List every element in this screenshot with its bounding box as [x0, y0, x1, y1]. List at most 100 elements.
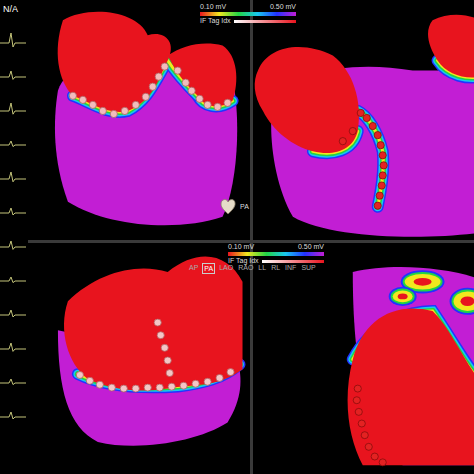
ablation-tag[interactable]: [371, 453, 378, 460]
ablation-tag[interactable]: [110, 110, 117, 117]
ablation-tag[interactable]: [361, 432, 368, 439]
ablation-tag[interactable]: [369, 122, 376, 129]
legend-min: 0.10 mV: [228, 243, 254, 251]
ablation-tag[interactable]: [86, 377, 93, 384]
ecg-trace: [0, 101, 26, 121]
ablation-tag[interactable]: [188, 87, 195, 94]
ablation-tag[interactable]: [168, 383, 175, 390]
ecg-trace: [0, 237, 26, 257]
ablation-tag[interactable]: [161, 63, 168, 70]
ecg-trace: [0, 305, 26, 325]
view-presets: APPALAORAOLLRLINFSUP: [188, 263, 317, 274]
ablation-tag[interactable]: [96, 381, 103, 388]
ablation-tag[interactable]: [89, 101, 96, 108]
ablation-tag[interactable]: [79, 96, 86, 103]
view-preset[interactable]: RAO: [237, 263, 254, 274]
ecg-label: N/A: [0, 4, 28, 16]
ecg-trace: [0, 271, 26, 291]
ablation-tag[interactable]: [216, 374, 223, 381]
view-preset[interactable]: RL: [270, 263, 281, 274]
map-panel[interactable]: [253, 243, 474, 474]
ablation-tag[interactable]: [142, 93, 149, 100]
ablation-tag[interactable]: [377, 142, 384, 149]
ablation-tag[interactable]: [379, 152, 386, 159]
ablation-tag[interactable]: [353, 397, 360, 404]
orientation-widget[interactable]: PA: [218, 196, 249, 216]
ablation-tag[interactable]: [69, 92, 76, 99]
ablation-tag[interactable]: [214, 103, 221, 110]
heart-icon: [218, 196, 238, 216]
legend-max: 0.50 mV: [298, 243, 324, 251]
ablation-tag[interactable]: [376, 192, 383, 199]
ablation-tag[interactable]: [204, 101, 211, 108]
ecg-trace: [0, 339, 26, 359]
map-panel[interactable]: [28, 0, 250, 240]
view-preset[interactable]: LAO: [218, 263, 234, 274]
voltage-map[interactable]: [28, 0, 250, 240]
ablation-tag[interactable]: [374, 202, 381, 209]
voltage-map[interactable]: [253, 243, 474, 474]
voltage-scale: [228, 252, 324, 256]
ablation-tag[interactable]: [157, 332, 164, 339]
ablation-tag[interactable]: [108, 384, 115, 391]
ecg-trace: [0, 33, 26, 53]
ecg-trace: [0, 135, 26, 155]
ecg-trace: [0, 407, 26, 427]
ablation-tag[interactable]: [365, 443, 372, 450]
ablation-tag[interactable]: [379, 172, 386, 179]
ablation-tag[interactable]: [349, 127, 356, 134]
ablation-tag[interactable]: [121, 107, 128, 114]
color-legend: 0.10 mV0.50 mVIF Tag Idx: [200, 3, 296, 25]
map-panel[interactable]: [253, 0, 474, 240]
ablation-tag[interactable]: [379, 459, 386, 466]
ablation-tag[interactable]: [166, 370, 173, 377]
ablation-tag[interactable]: [154, 319, 161, 326]
ablation-tag[interactable]: [380, 162, 387, 169]
ecg-trace: [0, 203, 26, 223]
ablation-tag[interactable]: [155, 73, 162, 80]
voltage-map[interactable]: [28, 243, 250, 474]
ablation-tag[interactable]: [227, 369, 234, 376]
voltage-map[interactable]: [253, 0, 474, 240]
ablation-tag[interactable]: [161, 344, 168, 351]
view-preset[interactable]: INF: [284, 263, 297, 274]
ablation-tag[interactable]: [339, 138, 346, 145]
view-preset[interactable]: LL: [257, 263, 267, 274]
view-preset[interactable]: SUP: [300, 263, 316, 274]
ablation-tag[interactable]: [378, 182, 385, 189]
legend-min: 0.10 mV: [200, 3, 226, 11]
ablation-tag[interactable]: [354, 385, 361, 392]
ecg-trace: [0, 169, 26, 189]
ecg-strip: N/A: [0, 0, 28, 474]
ablation-tag[interactable]: [192, 380, 199, 387]
view-preset[interactable]: PA: [202, 263, 215, 274]
ablation-tag[interactable]: [132, 385, 139, 392]
ecg-trace: [0, 373, 26, 393]
mapping-screen: N/A0.10 mV0.50 mVIF Tag Idx0.10 mV0.50 m…: [0, 0, 474, 474]
ablation-tag[interactable]: [144, 384, 151, 391]
ablation-tag[interactable]: [149, 83, 156, 90]
ecg-trace: [0, 67, 26, 87]
ablation-tag[interactable]: [363, 114, 370, 121]
ablation-tag[interactable]: [204, 378, 211, 385]
ablation-tag[interactable]: [156, 384, 163, 391]
tag-scale: [262, 260, 324, 263]
ablation-tag[interactable]: [120, 385, 127, 392]
view-preset[interactable]: AP: [188, 263, 199, 274]
ablation-tag[interactable]: [182, 79, 189, 86]
ablation-tag[interactable]: [357, 109, 364, 116]
ablation-tag[interactable]: [99, 107, 106, 114]
ablation-tag[interactable]: [358, 420, 365, 427]
ablation-tag[interactable]: [76, 372, 83, 379]
current-view: PA: [240, 203, 249, 210]
ablation-tag[interactable]: [174, 67, 181, 74]
map-panel[interactable]: [28, 243, 250, 474]
ablation-tag[interactable]: [164, 357, 171, 364]
ablation-tag[interactable]: [374, 131, 381, 138]
ablation-tag[interactable]: [180, 382, 187, 389]
ablation-tag[interactable]: [132, 101, 139, 108]
ablation-tag[interactable]: [196, 95, 203, 102]
ablation-tag[interactable]: [224, 99, 231, 106]
ablation-tag[interactable]: [355, 408, 362, 415]
color-legend: 0.10 mV0.50 mVIF Tag Idx: [228, 243, 324, 265]
